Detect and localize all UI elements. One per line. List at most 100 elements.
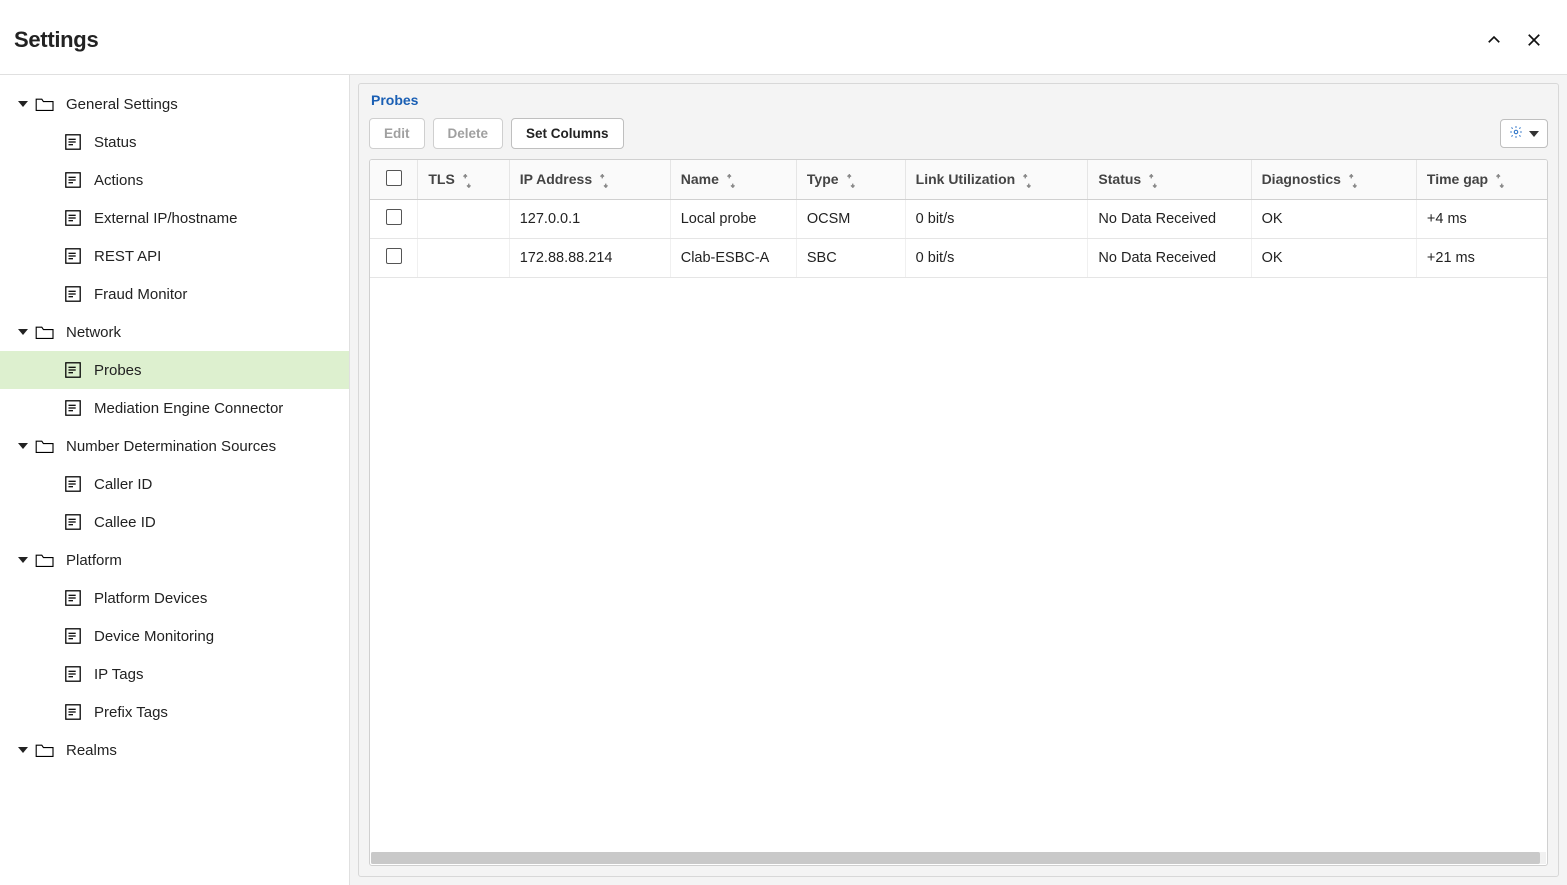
column-label: Link Utilization xyxy=(916,171,1016,187)
chevron-down-icon[interactable] xyxy=(14,99,32,109)
scrollbar-thumb[interactable] xyxy=(371,852,1540,864)
chevron-down-icon[interactable] xyxy=(14,555,32,565)
row-checkbox[interactable] xyxy=(386,209,402,225)
cell-status: No Data Received xyxy=(1088,239,1251,278)
sidebar-item-label: Callee ID xyxy=(94,514,156,531)
sort-icon xyxy=(461,174,473,188)
sidebar-item-mediation-engine-connector[interactable]: Mediation Engine Connector xyxy=(0,389,349,427)
sidebar-item-label: Platform Devices xyxy=(94,590,207,607)
cell-gap: +21 ms xyxy=(1416,239,1547,278)
column-label: TLS xyxy=(428,171,454,187)
header-actions xyxy=(1483,29,1545,51)
cell-link: 0 bit/s xyxy=(905,200,1088,239)
sort-icon xyxy=(1494,174,1506,188)
cell-tls xyxy=(418,239,509,278)
table-row[interactable]: 172.88.88.214 Clab-ESBC-A SBC 0 bit/s No… xyxy=(370,239,1547,278)
sidebar-group-network[interactable]: Network xyxy=(0,313,349,351)
gear-icon xyxy=(1509,125,1523,142)
sidebar-item-caller-id[interactable]: Caller ID xyxy=(0,465,349,503)
cell-type: OCSM xyxy=(796,200,905,239)
checkbox[interactable] xyxy=(386,170,402,186)
folder-icon xyxy=(34,436,56,456)
sidebar-item-label: Prefix Tags xyxy=(94,704,168,721)
column-header-time-gap[interactable]: Time gap xyxy=(1416,160,1547,200)
toolbar: Edit Delete Set Columns xyxy=(359,114,1558,159)
document-icon xyxy=(62,208,84,228)
sidebar-item-actions[interactable]: Actions xyxy=(0,161,349,199)
sidebar-group-number-determination-sources[interactable]: Number Determination Sources xyxy=(0,427,349,465)
delete-button[interactable]: Delete xyxy=(433,118,504,149)
column-label: Name xyxy=(681,171,719,187)
document-icon xyxy=(62,170,84,190)
sidebar-item-callee-id[interactable]: Callee ID xyxy=(0,503,349,541)
chevron-down-icon[interactable] xyxy=(14,745,32,755)
sidebar-item-label: Status xyxy=(94,134,137,151)
sidebar-group-general-settings[interactable]: General Settings xyxy=(0,85,349,123)
column-header-ip-address[interactable]: IP Address xyxy=(509,160,670,200)
cell-type: SBC xyxy=(796,239,905,278)
sidebar-item-prefix-tags[interactable]: Prefix Tags xyxy=(0,693,349,731)
column-header-diagnostics[interactable]: Diagnostics xyxy=(1251,160,1416,200)
document-icon xyxy=(62,588,84,608)
horizontal-scrollbar[interactable] xyxy=(371,852,1546,864)
sidebar-item-label: Caller ID xyxy=(94,476,152,493)
set-columns-button[interactable]: Set Columns xyxy=(511,118,624,149)
column-label: Time gap xyxy=(1427,171,1488,187)
cell-name: Clab-ESBC-A xyxy=(670,239,796,278)
sidebar-item-label: REST API xyxy=(94,248,161,265)
sort-icon xyxy=(845,174,857,188)
sidebar-item-rest-api[interactable]: REST API xyxy=(0,237,349,275)
settings-window: Settings General Settings Status xyxy=(0,0,1567,885)
folder-icon xyxy=(34,740,56,760)
sidebar-group-label: Number Determination Sources xyxy=(66,438,276,455)
sidebar-item-fraud-monitor[interactable]: Fraud Monitor xyxy=(0,275,349,313)
sort-icon xyxy=(1021,174,1033,188)
sidebar-group-realms[interactable]: Realms xyxy=(0,731,349,769)
sidebar-group-platform[interactable]: Platform xyxy=(0,541,349,579)
column-header-tls[interactable]: TLS xyxy=(418,160,509,200)
sidebar-group-label: General Settings xyxy=(66,96,178,113)
cell-ip: 172.88.88.214 xyxy=(509,239,670,278)
cell-status: No Data Received xyxy=(1088,200,1251,239)
column-header-name[interactable]: Name xyxy=(670,160,796,200)
cell-ip: 127.0.0.1 xyxy=(509,200,670,239)
gear-dropdown-button[interactable] xyxy=(1500,119,1548,148)
sidebar-group-label: Platform xyxy=(66,552,122,569)
sidebar-item-probes[interactable]: Probes xyxy=(0,351,349,389)
sidebar-item-ip-tags[interactable]: IP Tags xyxy=(0,655,349,693)
folder-icon xyxy=(34,322,56,342)
collapse-icon[interactable] xyxy=(1483,29,1505,51)
cell-gap: +4 ms xyxy=(1416,200,1547,239)
cell-diag: OK xyxy=(1251,239,1416,278)
column-label: Status xyxy=(1098,171,1141,187)
sidebar-item-device-monitoring[interactable]: Device Monitoring xyxy=(0,617,349,655)
header-bar: Settings xyxy=(0,0,1567,74)
sidebar-group-label: Network xyxy=(66,324,121,341)
document-icon xyxy=(62,474,84,494)
row-checkbox[interactable] xyxy=(386,248,402,264)
document-icon xyxy=(62,132,84,152)
column-header-checkbox[interactable] xyxy=(370,160,418,200)
column-header-status[interactable]: Status xyxy=(1088,160,1251,200)
body: General Settings Status Actions External… xyxy=(0,74,1567,885)
probes-table: TLS IP Address Name Type Link Utilizatio… xyxy=(370,160,1547,278)
chevron-down-icon[interactable] xyxy=(14,441,32,451)
sort-icon xyxy=(725,174,737,188)
sort-icon xyxy=(1347,174,1359,188)
close-icon[interactable] xyxy=(1523,29,1545,51)
edit-button[interactable]: Edit xyxy=(369,118,425,149)
sidebar-item-platform-devices[interactable]: Platform Devices xyxy=(0,579,349,617)
page-title: Settings xyxy=(14,27,98,53)
cell-link: 0 bit/s xyxy=(905,239,1088,278)
column-label: IP Address xyxy=(520,171,592,187)
column-header-type[interactable]: Type xyxy=(796,160,905,200)
chevron-down-icon[interactable] xyxy=(14,327,32,337)
sidebar: General Settings Status Actions External… xyxy=(0,75,350,885)
folder-icon xyxy=(34,550,56,570)
table-row[interactable]: 127.0.0.1 Local probe OCSM 0 bit/s No Da… xyxy=(370,200,1547,239)
cell-name: Local probe xyxy=(670,200,796,239)
document-icon xyxy=(62,360,84,380)
sidebar-item-external-ip-hostname[interactable]: External IP/hostname xyxy=(0,199,349,237)
column-header-link-utilization[interactable]: Link Utilization xyxy=(905,160,1088,200)
sidebar-item-status[interactable]: Status xyxy=(0,123,349,161)
